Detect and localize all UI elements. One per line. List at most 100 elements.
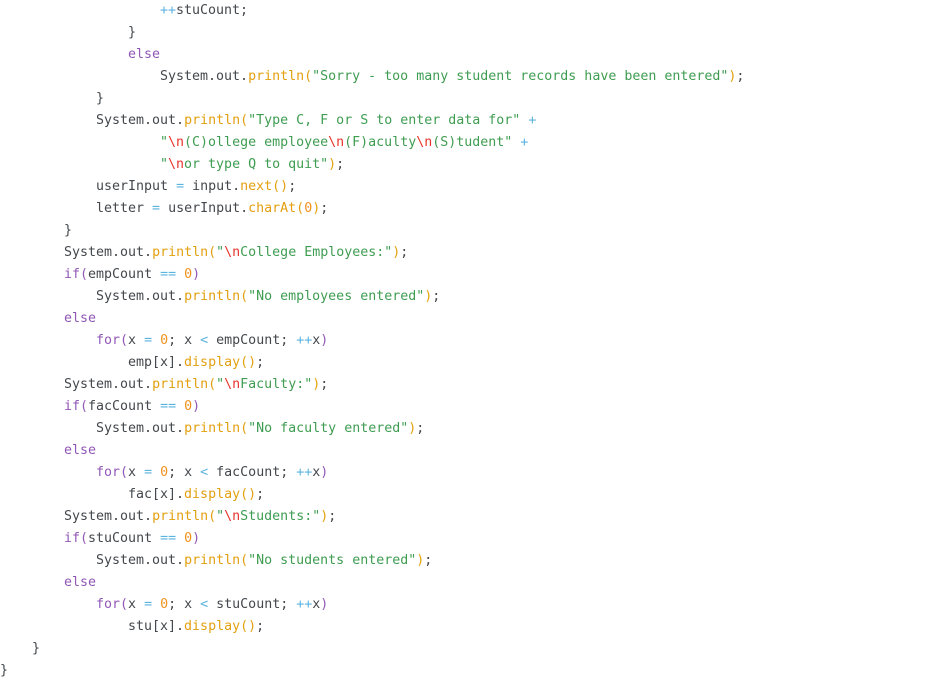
code-line: System.out.println("\nFaculty:"); <box>0 374 936 396</box>
code-token-method: charAt <box>248 201 297 216</box>
code-token-plain: ; <box>432 289 441 304</box>
code-token-kwpunct: ) <box>192 531 201 546</box>
code-line: } <box>0 88 936 110</box>
code-token-method: display <box>184 355 241 370</box>
code-line: if(empCount == 0) <box>0 264 936 286</box>
code-token-str: "No students entered" <box>248 553 417 568</box>
code-token-plain: ; x <box>168 465 201 480</box>
code-line: else <box>0 572 936 594</box>
code-line: System.out.println("\nStudents:"); <box>0 506 936 528</box>
code-line: if(facCount == 0) <box>0 396 936 418</box>
code-token-punct: ( <box>240 421 249 436</box>
code-token-num: 0 <box>304 201 313 216</box>
code-token-plain: System.out. <box>64 377 153 392</box>
code-line: System.out.println("No faculty entered")… <box>0 418 936 440</box>
code-token-plain: facCount <box>88 399 161 414</box>
code-line: userInput = input.next(); <box>0 176 936 198</box>
code-token-kwpunct: ( <box>80 267 89 282</box>
code-token-kw: for <box>96 333 121 348</box>
code-line: else <box>0 308 936 330</box>
code-token-str: "Type C, F or S to enter data for" <box>248 113 521 128</box>
code-token-num: 0 <box>160 597 169 612</box>
code-token-method: println <box>152 245 209 260</box>
code-token-method: display <box>184 619 241 634</box>
code-token-str: (C)ollege employee <box>184 135 329 150</box>
code-token-kwpunct: ( <box>120 597 129 612</box>
code-token-kwpunct: ) <box>320 333 329 348</box>
code-line: letter = userInput.charAt(0); <box>0 198 936 220</box>
code-token-punct: ) <box>248 355 257 370</box>
code-token-punct: ) <box>248 487 257 502</box>
code-token-plain: System.out. <box>64 509 153 524</box>
code-line: System.out.println("Type C, F or S to en… <box>0 110 936 132</box>
code-token-plain: input. <box>184 179 241 194</box>
code-token-plain: ; <box>256 355 265 370</box>
code-token-punct: ) <box>328 157 337 172</box>
code-line: else <box>0 440 936 462</box>
code-token-op: < <box>200 465 209 480</box>
code-token-op: ++ <box>296 333 313 348</box>
code-token-brace: } <box>96 91 105 106</box>
code-token-kwpunct: ( <box>80 531 89 546</box>
code-token-op: + <box>520 135 529 150</box>
code-line: } <box>0 638 936 660</box>
code-token-esc: \n <box>224 509 241 524</box>
code-token-kw: if <box>64 531 81 546</box>
code-token-method: println <box>152 377 209 392</box>
code-token-str: College Employees:" <box>240 245 393 260</box>
code-token-punct: ( <box>296 201 305 216</box>
code-token-kwpunct: ( <box>120 465 129 480</box>
code-token-plain: x <box>128 465 145 480</box>
code-token-op: = <box>144 465 153 480</box>
code-token-kw: for <box>96 465 121 480</box>
code-line: for(x = 0; x < facCount; ++x) <box>0 462 936 484</box>
code-token-num: 0 <box>184 267 193 282</box>
code-line: System.out.println("No employees entered… <box>0 286 936 308</box>
code-token-str: (S)tudent" <box>432 135 513 150</box>
code-line: System.out.println("No students entered"… <box>0 550 936 572</box>
code-line: if(stuCount == 0) <box>0 528 936 550</box>
code-token-kw: if <box>64 399 81 414</box>
code-token-plain: userInput <box>96 179 177 194</box>
code-token-plain: System.out. <box>96 113 185 128</box>
code-token-kw: if <box>64 267 81 282</box>
code-token-punct: ( <box>272 179 281 194</box>
code-token-plain: ; <box>424 553 433 568</box>
code-line: "\n(C)ollege employee\n(F)aculty\n(S)tud… <box>0 132 936 154</box>
code-token-plain: System.out. <box>64 245 153 260</box>
code-token-num: 0 <box>160 333 169 348</box>
code-token-plain: empCount; <box>208 333 297 348</box>
code-token-plain: stuCount; <box>208 597 297 612</box>
code-token-op: = <box>176 179 185 194</box>
code-line: for(x = 0; x < empCount; ++x) <box>0 330 936 352</box>
code-token-plain: System.out. <box>96 421 185 436</box>
code-token-kwpunct: ) <box>320 597 329 612</box>
code-token-method: println <box>248 69 305 84</box>
code-line: } <box>0 660 936 682</box>
code-token-num: 0 <box>160 465 169 480</box>
code-token-method: println <box>184 113 241 128</box>
code-token-op: = <box>152 201 161 216</box>
code-token-op: ++ <box>296 465 313 480</box>
code-token-op: == <box>160 267 177 282</box>
code-token-plain: ; <box>736 69 745 84</box>
code-token-plain: ; <box>320 377 329 392</box>
code-token-num: 0 <box>184 531 193 546</box>
code-token-method: next <box>240 179 273 194</box>
code-token-plain: fac[x]. <box>128 487 185 502</box>
code-token-method: println <box>184 553 241 568</box>
code-token-punct: ) <box>280 179 289 194</box>
code-token-str: "No employees entered" <box>248 289 425 304</box>
code-token-brace: } <box>128 25 137 40</box>
code-token-plain: ; x <box>168 333 201 348</box>
code-line: emp[x].display(); <box>0 352 936 374</box>
code-token-brace: } <box>0 663 9 678</box>
code-token-punct: ( <box>240 355 249 370</box>
code-token-str: " <box>216 245 225 260</box>
code-token-punct: ( <box>208 377 217 392</box>
code-token-plain: facCount; <box>208 465 297 480</box>
